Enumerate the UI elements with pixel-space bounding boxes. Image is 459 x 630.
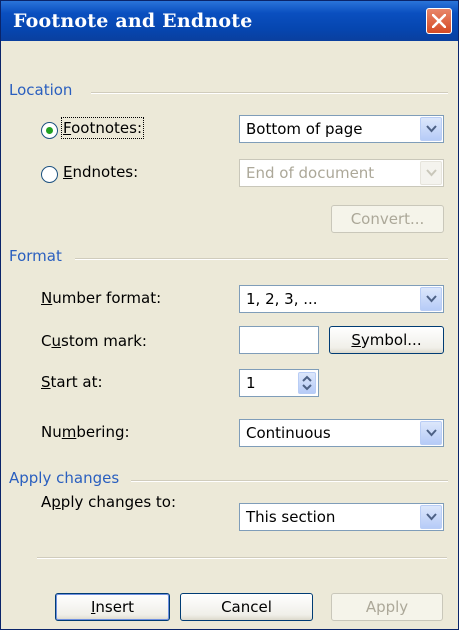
custom-mark-input[interactable] (239, 326, 319, 354)
location-divider (91, 92, 448, 94)
apply-section-title: Apply changes (9, 469, 120, 487)
location-section-title: Location (9, 81, 73, 99)
endnotes-location-value: End of document (246, 164, 375, 182)
apply-divider (131, 480, 448, 482)
start-at-label-rest: tart at: (50, 373, 103, 391)
endnotes-label: Endnotes: (63, 163, 139, 181)
footnote-endnote-dialog: Footnote and Endnote Location Footnotes:… (0, 0, 459, 630)
close-button[interactable] (426, 8, 452, 34)
apply-button[interactable]: Apply (331, 593, 443, 621)
footnotes-label-rest: ootnotes: (71, 119, 142, 137)
start-at-label: Start at: (41, 373, 103, 391)
number-format-select[interactable]: 1, 2, 3, ... (239, 285, 444, 313)
footnotes-radio[interactable] (41, 122, 58, 139)
numbering-value: Continuous (246, 424, 331, 442)
number-format-label-rest: umber format: (52, 289, 162, 307)
apply-to-label: Apply changes to: (41, 493, 177, 511)
format-section-title: Format (9, 247, 62, 265)
symbol-button-rest: ymbol... (360, 331, 422, 349)
insert-button-rest: nsert (95, 598, 135, 616)
insert-button[interactable]: Insert (55, 593, 170, 621)
spin-arrows-icon[interactable] (298, 372, 316, 394)
apply-to-label-rest: ply changes to: (60, 493, 177, 511)
chevron-down-icon[interactable] (420, 117, 442, 141)
numbering-select[interactable]: Continuous (239, 419, 444, 447)
close-icon (432, 14, 446, 28)
convert-button[interactable]: Convert... (331, 205, 444, 233)
number-format-value: 1, 2, 3, ... (246, 290, 318, 308)
numbering-label: Numbering: (41, 423, 130, 441)
apply-to-value: This section (246, 508, 336, 526)
endnotes-label-rest: ndnotes: (72, 163, 139, 181)
format-divider (75, 258, 448, 260)
chevron-down-icon[interactable] (420, 287, 442, 311)
chevron-down-icon[interactable] (420, 161, 442, 185)
start-at-value: 1 (246, 374, 256, 392)
endnotes-location-select[interactable]: End of document (239, 159, 444, 187)
start-at-spinner[interactable]: 1 (239, 369, 319, 397)
numbering-label-rest: bering: (76, 423, 130, 441)
custom-mark-label-rest: stom mark: (61, 332, 147, 350)
window-title: Footnote and Endnote (13, 10, 253, 32)
chevron-down-icon[interactable] (420, 421, 442, 445)
footnotes-label: Footnotes: (61, 117, 144, 139)
footer-divider (37, 557, 447, 559)
chevron-down-icon[interactable] (420, 505, 442, 529)
cancel-button[interactable]: Cancel (180, 593, 313, 621)
custom-mark-label: Custom mark: (41, 332, 147, 350)
apply-to-select[interactable]: This section (239, 503, 444, 531)
footnotes-location-value: Bottom of page (246, 120, 363, 138)
symbol-button[interactable]: Symbol... (329, 326, 444, 354)
footnotes-radio-dot (46, 127, 53, 134)
endnotes-radio[interactable] (41, 166, 58, 183)
number-format-label: Number format: (41, 289, 162, 307)
footnotes-location-select[interactable]: Bottom of page (239, 115, 444, 143)
title-bar[interactable]: Footnote and Endnote (1, 1, 458, 41)
